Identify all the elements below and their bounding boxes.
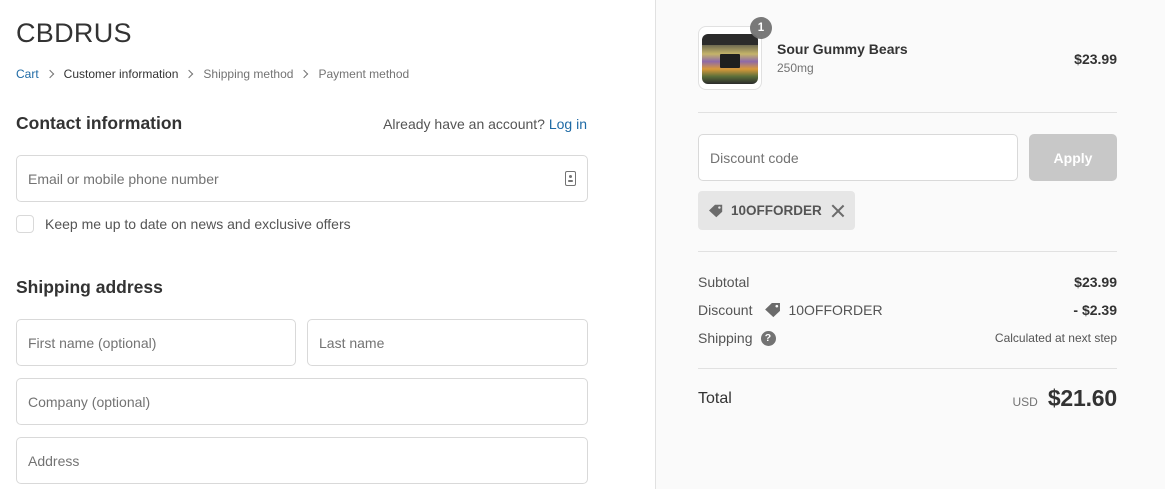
discount-value: - $2.39 xyxy=(1073,302,1117,318)
discount-code-text: 10OFFORDER xyxy=(788,302,883,318)
contact-information-heading: Contact information xyxy=(16,113,183,133)
breadcrumb-customer-information: Customer information xyxy=(63,67,179,81)
total-row: Total USD $21.60 xyxy=(698,385,1117,412)
last-name-field[interactable] xyxy=(307,319,588,366)
subtotal-row: Subtotal $23.99 xyxy=(698,274,1117,290)
breadcrumb-shipping-method: Shipping method xyxy=(203,67,294,81)
breadcrumb: Cart Customer information Shipping metho… xyxy=(16,67,409,81)
last-name-input[interactable] xyxy=(319,334,576,351)
tag-icon xyxy=(765,303,781,318)
product-thumbnail: 1 xyxy=(698,17,772,90)
account-prompt: Already have an account? Log in xyxy=(383,116,587,132)
email-field[interactable] xyxy=(16,155,588,202)
product-variant: 250mg xyxy=(777,61,814,75)
subtotal-label: Subtotal xyxy=(698,274,750,290)
remove-discount-icon[interactable] xyxy=(831,204,845,218)
total-amount: $21.60 xyxy=(1047,385,1117,411)
newsletter-label: Keep me up to date on news and exclusive… xyxy=(45,216,351,232)
first-name-input[interactable] xyxy=(28,334,284,351)
product-jar-label xyxy=(720,54,740,68)
breadcrumb-payment-method: Payment method xyxy=(318,67,410,81)
contact-card-icon xyxy=(565,171,576,186)
applied-discount-tag: 10OFFORDER xyxy=(698,191,855,230)
chevron-right-icon xyxy=(185,69,194,79)
help-icon[interactable]: ? xyxy=(760,330,776,346)
address-field[interactable] xyxy=(16,437,588,484)
email-input[interactable] xyxy=(28,170,565,187)
divider xyxy=(698,368,1117,369)
discount-code-input[interactable] xyxy=(710,149,1006,166)
address-input[interactable] xyxy=(28,452,576,469)
product-jar-image xyxy=(702,34,758,84)
divider xyxy=(698,112,1117,113)
order-line-item: 1 Sour Gummy Bears 250mg $23.99 xyxy=(698,17,1117,90)
shipping-label: Shipping xyxy=(698,330,753,346)
quantity-badge: 1 xyxy=(750,17,772,39)
newsletter-option[interactable]: Keep me up to date on news and exclusive… xyxy=(16,215,351,233)
discount-code-field[interactable] xyxy=(698,134,1018,181)
breadcrumb-cart[interactable]: Cart xyxy=(16,67,39,81)
shipping-value: Calculated at next step xyxy=(994,331,1117,345)
discount-label: Discount xyxy=(698,302,753,318)
chevron-right-icon xyxy=(45,69,54,79)
product-price: $23.99 xyxy=(1074,51,1117,67)
store-logo[interactable]: CBDRUS xyxy=(16,18,132,49)
account-prompt-text: Already have an account? xyxy=(383,116,545,132)
discount-code-tag: 10OFFORDER xyxy=(764,302,883,318)
company-input[interactable] xyxy=(28,393,576,410)
order-summary-sidebar: 1 Sour Gummy Bears 250mg $23.99 Apply 10… xyxy=(655,0,1165,489)
subtotal-value: $23.99 xyxy=(1074,274,1117,290)
company-field[interactable] xyxy=(16,378,588,425)
main-content: CBDRUS Cart Customer information Shippin… xyxy=(0,0,655,489)
currency-code: USD xyxy=(1012,395,1038,409)
newsletter-checkbox[interactable] xyxy=(16,215,34,233)
shipping-row: Shipping ? Calculated at next step xyxy=(698,330,1117,346)
chevron-right-icon xyxy=(300,69,309,79)
total-label: Total xyxy=(698,389,732,407)
shipping-address-heading: Shipping address xyxy=(16,277,163,297)
first-name-field[interactable] xyxy=(16,319,296,366)
product-name: Sour Gummy Bears xyxy=(777,41,908,57)
divider xyxy=(698,251,1117,252)
applied-discount-code: 10OFFORDER xyxy=(731,203,822,218)
login-link[interactable]: Log in xyxy=(549,116,587,132)
apply-discount-button[interactable]: Apply xyxy=(1029,134,1117,181)
discount-row: Discount 10OFFORDER - $2.39 xyxy=(698,302,1117,318)
tag-icon xyxy=(709,204,723,217)
